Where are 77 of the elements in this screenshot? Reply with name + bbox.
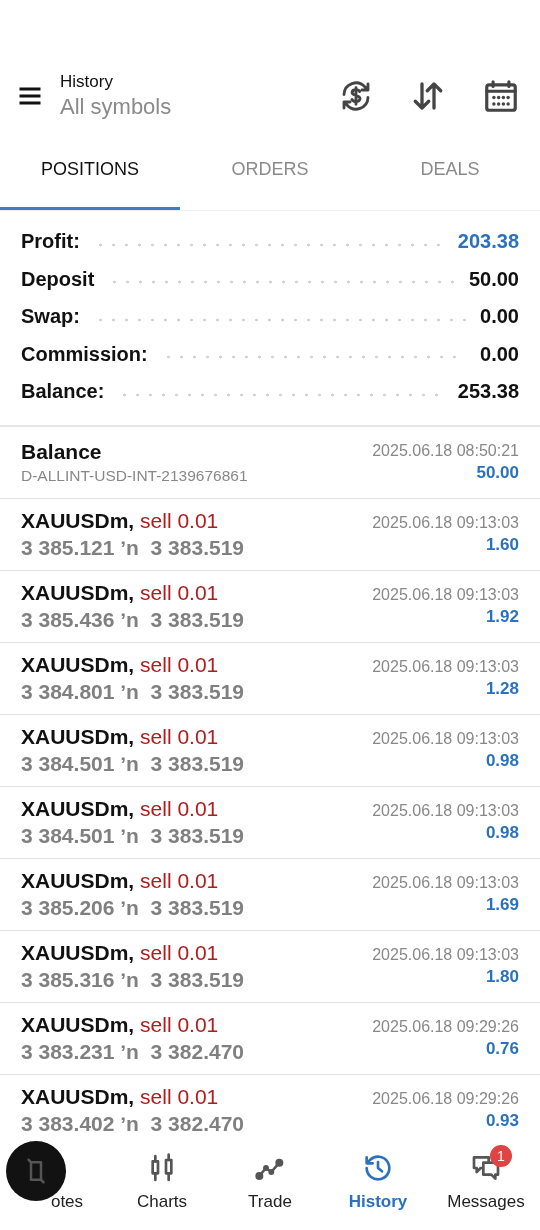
history-row[interactable]: XAUUSDm, sell 0.01 3 385.316 ʼn 3 383.519 2025.06.18 09:13:03 1.80 xyxy=(0,930,540,1003)
screen-title: History xyxy=(60,72,114,92)
timestamp: 2025.06.18 09:13:03 xyxy=(372,657,519,676)
nav-tab[interactable]: History xyxy=(324,1137,432,1230)
summary-value: 50.00 xyxy=(468,267,519,291)
summary-value: 0.00 xyxy=(480,305,519,329)
timestamp: 2025.06.18 08:50:21 xyxy=(372,441,519,460)
summary-value: 253.38 xyxy=(457,380,519,404)
nav-tab[interactable]: Messages 1 xyxy=(432,1137,540,1230)
timestamp: 2025.06.18 09:13:03 xyxy=(372,801,519,820)
tab[interactable]: POSITIONS xyxy=(0,130,180,210)
operation-title: Balance xyxy=(21,439,103,464)
summary-label: Balance: xyxy=(21,380,105,404)
symbol-name: XAUUSDm, xyxy=(21,508,135,532)
symbol-name: XAUUSDm, xyxy=(21,724,135,748)
profit-amount: 1.60 xyxy=(485,534,519,555)
profit-amount: 0.98 xyxy=(485,822,519,843)
trade-side: sell 0.01 xyxy=(140,724,219,748)
price-range: 3 383.402 ʼn 3 382.470 xyxy=(21,1111,244,1136)
profit-amount: 1.69 xyxy=(485,894,519,915)
symbol-name: XAUUSDm, xyxy=(21,940,135,964)
timestamp: 2025.06.18 09:13:03 xyxy=(372,729,519,748)
price-range: 3 384.501 ʼn 3 383.519 xyxy=(21,823,244,848)
profit-amount: 1.80 xyxy=(485,966,519,987)
calendar-icon xyxy=(482,77,520,115)
history-row[interactable]: XAUUSDm, sell 0.01 3 385.436 ʼn 3 383.519 2025.06.18 09:13:03 1.92 xyxy=(0,570,540,643)
summary-label: Deposit xyxy=(21,267,95,291)
profit-amount: 1.92 xyxy=(485,606,519,627)
timestamp: 2025.06.18 09:13:03 xyxy=(372,873,519,892)
unread-badge: 1 xyxy=(490,1145,512,1167)
timestamp: 2025.06.18 09:13:03 xyxy=(372,585,519,604)
nav-tab[interactable]: Trade xyxy=(216,1137,324,1230)
profit-amount: 0.76 xyxy=(485,1038,519,1059)
calendar-button[interactable] xyxy=(482,77,520,115)
timestamp: 2025.06.18 09:13:03 xyxy=(372,945,519,964)
price-range: 3 385.436 ʼn 3 383.519 xyxy=(21,607,244,632)
price-range: 3 385.316 ʼn 3 383.519 xyxy=(21,967,244,992)
history-row[interactable]: XAUUSDm, sell 0.01 3 384.801 ʼn 3 383.519 2025.06.18 09:13:03 1.28 xyxy=(0,642,540,715)
trade-side: sell 0.01 xyxy=(140,1012,219,1036)
trade-side: sell 0.01 xyxy=(140,652,219,676)
history-row[interactable]: XAUUSDm, sell 0.01 3 384.501 ʼn 3 383.519 2025.06.18 09:13:03 0.98 xyxy=(0,786,540,859)
trade-side: sell 0.01 xyxy=(140,580,219,604)
profit-amount: 50.00 xyxy=(476,462,519,483)
trade-side: sell 0.01 xyxy=(140,796,219,820)
trade-side: sell 0.01 xyxy=(140,868,219,892)
timestamp: 2025.06.18 09:13:03 xyxy=(372,513,519,532)
history-row[interactable]: XAUUSDm, sell 0.01 3 385.121 ʼn 3 383.519 2025.06.18 09:13:03 1.60 xyxy=(0,498,540,571)
summary-label: Commission: xyxy=(21,342,148,366)
summary-value: 0.00 xyxy=(480,342,519,366)
symbol-name: XAUUSDm, xyxy=(21,652,135,676)
symbol-name: XAUUSDm, xyxy=(21,796,135,820)
timestamp: 2025.06.18 09:29:26 xyxy=(372,1017,519,1036)
trade-side: sell 0.01 xyxy=(140,1084,219,1108)
summary-label: Profit: xyxy=(21,230,80,254)
history-row[interactable]: XAUUSDm, sell 0.01 3 383.231 ʼn 3 382.470 2025.06.18 09:29:26 0.76 xyxy=(0,1002,540,1075)
history-row[interactable]: XAUUSDm, sell 0.01 3 384.501 ʼn 3 383.519 2025.06.18 09:13:03 0.98 xyxy=(0,714,540,787)
symbol-name: XAUUSDm, xyxy=(21,868,135,892)
profit-amount: 0.98 xyxy=(485,750,519,771)
profit-amount: 0.93 xyxy=(485,1110,519,1131)
trade-side: sell 0.01 xyxy=(140,940,219,964)
price-range: 3 383.231 ʼn 3 382.470 xyxy=(21,1039,244,1064)
account-id: D-ALLINT-USD-INT-2139676861 xyxy=(21,466,248,485)
timestamp: 2025.06.18 09:29:26 xyxy=(372,1089,519,1108)
price-range: 3 384.501 ʼn 3 383.519 xyxy=(21,751,244,776)
price-range: 3 385.206 ʼn 3 383.519 xyxy=(21,895,244,920)
price-range: 3 384.801 ʼn 3 383.519 xyxy=(21,679,244,704)
symbol-name: XAUUSDm, xyxy=(21,580,135,604)
summary-value: 203.38 xyxy=(457,230,519,254)
history-row[interactable]: Balance D-ALLINT-USD-INT-2139676861 2025.06.18 08:50:21 50.00 xyxy=(0,426,540,499)
symbol-name: XAUUSDm, xyxy=(21,1084,135,1108)
profit-amount: 1.28 xyxy=(485,678,519,699)
history-row[interactable]: XAUUSDm, sell 0.01 3 385.206 ʼn 3 383.519 2025.06.18 09:13:03 1.69 xyxy=(0,858,540,931)
trade-side: sell 0.01 xyxy=(140,508,219,532)
summary-label: Swap: xyxy=(21,305,80,329)
price-range: 3 385.121 ʼn 3 383.519 xyxy=(21,535,244,560)
nav-tab[interactable]: Charts xyxy=(108,1137,216,1230)
symbol-name: XAUUSDm, xyxy=(21,1012,135,1036)
